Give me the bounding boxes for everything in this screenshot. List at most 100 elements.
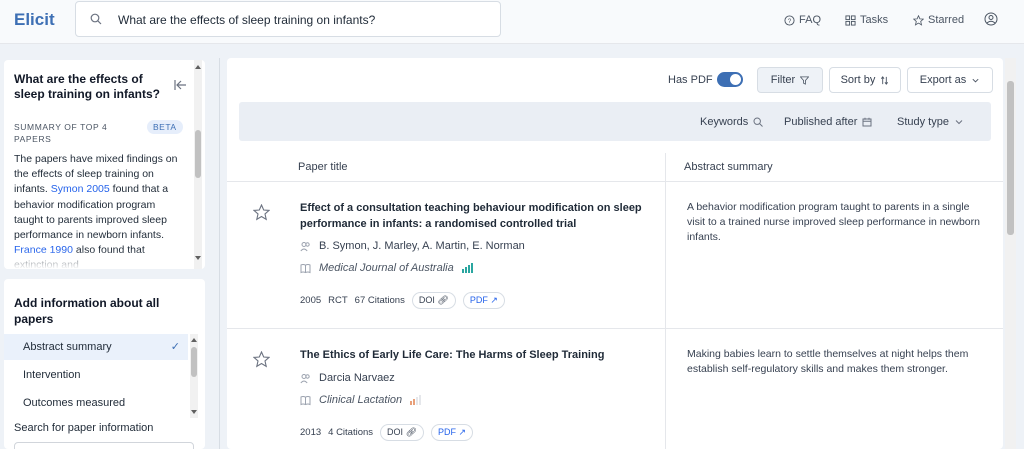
summary-scroll-thumb[interactable] — [195, 130, 201, 178]
keywords-filter[interactable]: Keywords — [700, 116, 764, 128]
quality-bar — [461, 269, 464, 273]
scroll-down-arrow-icon[interactable] — [195, 256, 201, 260]
export-label: Export as — [919, 74, 967, 86]
journal-quality-icon — [410, 395, 422, 405]
toggle-knob — [730, 74, 741, 85]
summary-scrollbar[interactable] — [194, 60, 202, 269]
filter-button[interactable]: Filter — [757, 67, 823, 93]
citations: 4 Citations — [328, 427, 374, 438]
results-panel: Has PDF Filter Sort by Export as Keyword… — [227, 58, 1003, 449]
faq-label: FAQ — [799, 14, 822, 26]
search-icon — [90, 13, 102, 25]
journal-quality-icon — [461, 263, 473, 273]
doi-link[interactable]: DOI 🔗︎ — [380, 424, 424, 441]
option-label: Intervention — [23, 369, 81, 381]
study-type-label: Study type — [897, 116, 949, 128]
has-pdf-label: Has PDF — [668, 74, 713, 86]
add-info-title: Add information about all papers — [14, 296, 160, 326]
star-icon[interactable] — [253, 351, 270, 368]
chevron-down-icon — [972, 78, 979, 82]
starred-label: Starred — [928, 14, 965, 26]
search-bar[interactable] — [75, 1, 501, 37]
published-after-label: Published after — [784, 116, 858, 128]
quality-bar — [467, 265, 470, 273]
check-icon: ✓ — [170, 341, 180, 353]
faq-link[interactable]: ? FAQ — [784, 12, 821, 28]
paper-journal: Medical Journal of Australia — [300, 262, 473, 274]
paper-meta: 2005 RCT 67 Citations DOI 🔗︎ PDF ↗ — [300, 292, 505, 309]
paper-journal: Clinical Lactation — [300, 394, 422, 406]
published-after-filter[interactable]: Published after — [784, 116, 872, 128]
journal-name: Medical Journal of Australia — [319, 262, 454, 274]
calendar-icon — [862, 117, 872, 127]
pdf-label: PDF — [469, 295, 488, 305]
options-scrollbar[interactable] — [190, 334, 198, 418]
sort-label: Sort by — [840, 74, 876, 86]
paper-authors: B. Symon, J. Marley, A. Martin, E. Norma… — [300, 240, 525, 252]
journal-name: Clinical Lactation — [319, 394, 403, 406]
export-button[interactable]: Export as — [907, 67, 993, 93]
keywords-label: Keywords — [700, 116, 749, 128]
paper-year: 2005 — [300, 295, 322, 306]
summary-ref-link[interactable]: Symon 2005 — [51, 183, 110, 195]
citations: 67 Citations — [354, 295, 405, 306]
has-pdf-toggle[interactable] — [717, 72, 743, 87]
user-avatar-icon[interactable] — [984, 12, 998, 26]
main-scrollbar[interactable] — [1005, 58, 1016, 449]
collapse-sidebar-icon[interactable] — [173, 78, 187, 92]
table-row[interactable]: Effect of a consultation teaching behavi… — [227, 182, 1003, 328]
paper-meta: 2013 4 Citations DOI 🔗︎ PDF ↗ — [300, 424, 474, 441]
pdf-label: PDF — [438, 427, 456, 437]
pdf-link[interactable]: PDF ↗ — [462, 292, 505, 309]
sidebar-divider[interactable] — [219, 58, 220, 449]
abstract-summary: Making babies learn to settle themselves… — [687, 348, 969, 376]
authors-icon — [300, 373, 310, 383]
authors-text: Darcia Narvaez — [319, 372, 395, 384]
search-info-label: Search for paper information — [14, 422, 154, 434]
sort-button[interactable]: Sort by — [829, 67, 901, 93]
filter-bar: Keywords Published after Study type — [239, 102, 991, 141]
tasks-label: Tasks — [860, 14, 889, 26]
paper-authors: Darcia Narvaez — [300, 372, 395, 384]
book-icon — [300, 263, 311, 273]
search-icon — [753, 117, 764, 127]
question-circle-icon: ? — [784, 14, 795, 26]
link-icon: 🔗︎ — [405, 427, 417, 437]
top-bar: Elicit ? FAQ Tasks Starred — [0, 0, 1024, 44]
doi-label: DOI — [387, 427, 404, 437]
tasks-link[interactable]: Tasks — [845, 12, 888, 28]
table-row[interactable]: The Ethics of Early Life Care: The Harms… — [227, 329, 1003, 449]
pdf-link[interactable]: PDF ↗ — [431, 424, 474, 441]
link-icon: 🔗︎ — [437, 295, 449, 305]
quality-bar — [413, 399, 416, 405]
main-scroll-thumb[interactable] — [1007, 81, 1014, 235]
study-type-filter[interactable]: Study type — [897, 116, 964, 128]
star-icon[interactable] — [253, 204, 270, 221]
option-label: Outcomes measured — [23, 397, 126, 409]
study-type: RCT — [328, 295, 348, 306]
doi-label: DOI — [418, 295, 435, 305]
scroll-up-arrow-icon[interactable] — [191, 338, 197, 342]
sidebar-question: What are the effects of sleep training o… — [14, 72, 161, 101]
sort-arrows-icon — [881, 75, 889, 85]
svg-text:?: ? — [788, 17, 792, 24]
beta-badge: BETA — [147, 120, 183, 134]
option-outcomes-measured[interactable]: Outcomes measured — [4, 390, 188, 416]
external-link-icon: ↗ — [458, 427, 467, 437]
paper-title[interactable]: Effect of a consultation teaching behavi… — [300, 200, 645, 232]
scroll-up-arrow-icon[interactable] — [195, 65, 201, 69]
option-label: Abstract summary — [23, 341, 112, 353]
scroll-down-arrow-icon[interactable] — [191, 410, 197, 414]
starred-link[interactable]: Starred — [913, 12, 964, 28]
options-scroll-thumb[interactable] — [191, 347, 197, 377]
option-intervention[interactable]: Intervention — [4, 362, 188, 388]
authors-text: B. Symon, J. Marley, A. Martin, E. Norma… — [319, 240, 525, 252]
column-header-title: Paper title — [298, 161, 348, 173]
app-logo[interactable]: Elicit — [14, 10, 55, 30]
search-info-input[interactable] — [14, 442, 194, 449]
paper-title[interactable]: The Ethics of Early Life Care: The Harms… — [300, 347, 645, 363]
option-abstract-summary[interactable]: Abstract summary ✓ — [4, 334, 188, 360]
table-header: Paper title Abstract summary — [227, 153, 1003, 182]
search-input[interactable] — [118, 10, 488, 30]
doi-link[interactable]: DOI 🔗︎ — [411, 292, 456, 309]
